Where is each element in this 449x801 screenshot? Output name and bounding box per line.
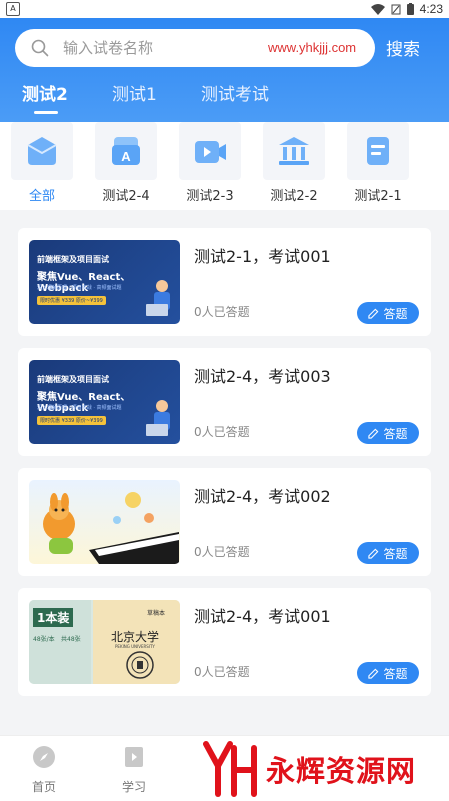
answer-count: 0人已答题 — [194, 665, 250, 679]
answer-button-label: 答题 — [383, 426, 408, 441]
signal-icon — [391, 4, 401, 14]
edit-icon — [368, 548, 379, 559]
exam-card[interactable]: 1本装 48张/本 共48张 草稿本 北京大学 PEKING UNIVERSIT… — [18, 588, 431, 696]
answer-button[interactable]: 答题 — [357, 542, 419, 564]
nav-label: 首页 — [31, 780, 56, 794]
watermark: 永辉资源网 — [200, 738, 449, 800]
person-laptop-illustration — [146, 280, 170, 316]
edit-icon — [368, 308, 379, 319]
answer-count: 0人已答题 — [194, 305, 250, 319]
exam-card[interactable]: 前端框架及项目面试 聚焦Vue、React、Webpack 深入理解原理 · 项… — [18, 228, 431, 336]
wifi-icon — [370, 3, 385, 15]
nav-home[interactable]: 首页 — [14, 744, 74, 795]
card-title: 测试2-4，考试003 — [194, 367, 331, 386]
thumb-tag: 限时优惠 ¥339 原价~¥399 — [37, 296, 106, 305]
cartoon-thumbnail — [29, 480, 180, 564]
category-label: 测试2-1 — [354, 189, 402, 204]
category-label: 测试2-4 — [102, 189, 150, 204]
cartoon-music-illustration — [43, 492, 179, 564]
answer-button[interactable]: 答题 — [357, 662, 419, 684]
thumb-line3: 深入理解原理 · 项目实战 · 高频面试题 — [37, 405, 122, 411]
nav-study[interactable]: 学习 — [104, 744, 164, 795]
video-camera-icon — [195, 141, 226, 163]
letter-a-icon: A — [112, 137, 140, 165]
answer-button-label: 答题 — [383, 546, 408, 561]
notebook-label: 1本装 — [33, 608, 74, 627]
exam-card[interactable]: 测试2-4，考试002 0人已答题 答题 — [18, 468, 431, 576]
category-label: 测试2-3 — [186, 189, 234, 204]
notebook-mark: 草稿本 — [147, 610, 166, 617]
category-all[interactable]: 全部 — [2, 122, 82, 204]
category-test2-1[interactable]: 测试2-1 — [338, 122, 418, 204]
answer-count: 0人已答题 — [194, 425, 250, 439]
thumb-tag: 限时优惠 ¥339 原价~¥399 — [37, 416, 106, 425]
watermark-url: www.yhkjjj.com — [268, 40, 357, 55]
thumb-line3: 深入理解原理 · 项目实战 · 高频面试题 — [37, 285, 122, 291]
notification-icon: A — [6, 2, 20, 16]
university-seal-icon — [126, 651, 154, 679]
category-label: 测试2-2 — [270, 189, 318, 204]
notebook-school: 北京大学 — [111, 630, 160, 644]
book-play-icon — [125, 747, 143, 767]
category-icon-wrap — [263, 122, 325, 180]
status-bar: A 4:23 — [0, 0, 449, 18]
course-thumbnail: 前端框架及项目面试 聚焦Vue、React、Webpack 深入理解原理 · 项… — [29, 360, 180, 444]
tab-test2[interactable]: 测试2 — [22, 80, 68, 105]
category-test2-2[interactable]: 测试2-2 — [254, 122, 334, 204]
search-icon — [31, 39, 49, 57]
status-icons: 4:23 — [370, 2, 443, 16]
category-test2-4[interactable]: A 测试2-4 — [86, 122, 166, 204]
watermark-logo-icon — [203, 741, 257, 797]
thumb-line1: 前端框架及项目面试 — [37, 375, 109, 384]
edit-icon — [368, 668, 379, 679]
notebook-sub1: 48张/本 — [33, 636, 55, 643]
tab-test1[interactable]: 测试1 — [112, 80, 157, 105]
category-bar: 全部 A 测试2-4 测试2-3 测试2-2 测试2-1 — [0, 122, 449, 210]
answer-button[interactable]: 答题 — [357, 302, 419, 324]
category-icon-wrap — [179, 122, 241, 180]
notebook-thumbnail: 1本装 48张/本 共48张 草稿本 北京大学 PEKING UNIVERSIT… — [29, 600, 180, 684]
card-title: 测试2-4，考试002 — [194, 487, 331, 506]
answer-button[interactable]: 答题 — [357, 422, 419, 444]
category-label: 全部 — [28, 189, 55, 204]
nav-label: 学习 — [121, 780, 146, 794]
edit-icon — [368, 428, 379, 439]
card-title: 测试2-4，考试001 — [194, 607, 331, 626]
thumb-line1: 前端框架及项目面试 — [37, 255, 109, 264]
answer-count: 0人已答题 — [194, 545, 250, 559]
notebook-school-en: PEKING UNIVERSITY — [115, 644, 155, 649]
svg-text:A: A — [121, 149, 131, 164]
active-tab-indicator — [34, 111, 58, 114]
box-icon — [27, 137, 57, 165]
answer-button-label: 答题 — [383, 306, 408, 321]
card-title: 测试2-1，考试001 — [194, 247, 331, 266]
answer-button-label: 答题 — [383, 666, 408, 681]
bank-icon — [279, 137, 309, 165]
tab-test-exam[interactable]: 测试考试 — [201, 80, 269, 105]
tab-bar: 测试2 测试1 测试考试 — [0, 80, 449, 122]
watermark-text: 永辉资源网 — [266, 754, 417, 788]
battery-icon — [406, 3, 414, 15]
category-icon-wrap — [347, 122, 409, 180]
compass-icon — [33, 746, 55, 768]
document-icon — [367, 137, 389, 165]
exam-card[interactable]: 前端框架及项目面试 聚焦Vue、React、Webpack 深入理解原理 · 项… — [18, 348, 431, 456]
search-button[interactable]: 搜索 — [386, 35, 420, 60]
category-test2-3[interactable]: 测试2-3 — [170, 122, 250, 204]
category-icon-wrap — [11, 122, 73, 180]
header: 搜索 测试2 测试1 测试考试 — [0, 18, 449, 122]
course-thumbnail: 前端框架及项目面试 聚焦Vue、React、Webpack 深入理解原理 · 项… — [29, 240, 180, 324]
status-time: 4:23 — [419, 2, 443, 16]
category-icon-wrap: A — [95, 122, 157, 180]
person-laptop-illustration — [146, 400, 170, 436]
notebook-sub2: 共48张 — [61, 636, 81, 643]
